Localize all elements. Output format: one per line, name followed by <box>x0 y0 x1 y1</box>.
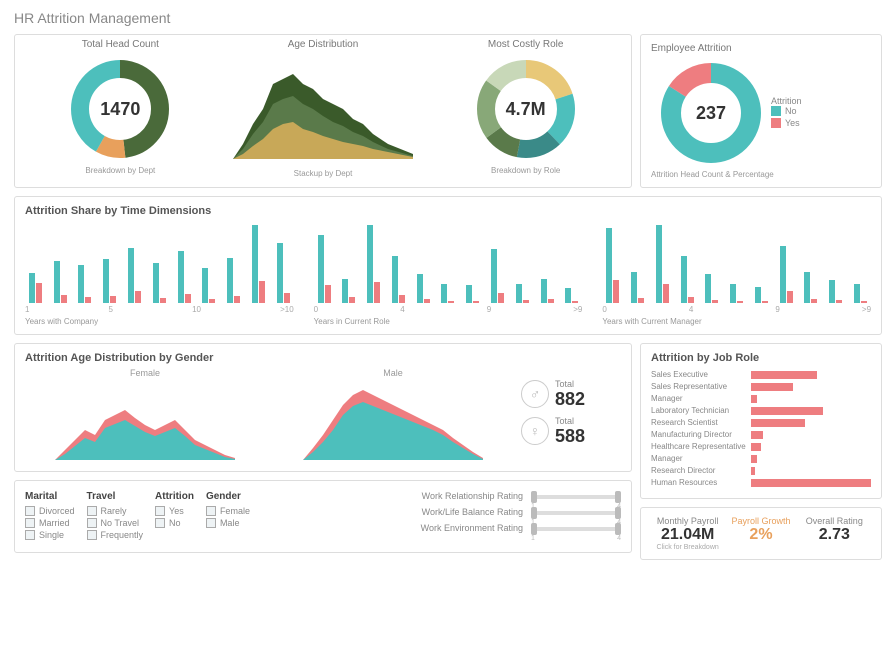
filter-option[interactable]: Female <box>206 506 250 516</box>
attrition-legend: Attrition No Yes <box>771 96 871 130</box>
time-dimensions-card: Attrition Share by Time Dimensions 1510>… <box>14 196 882 335</box>
male-total: ♂ Total882 <box>521 379 621 410</box>
attrition-sub: Attrition Head Count & Percentage <box>651 170 871 179</box>
costly-title: Most Costly Role <box>424 39 627 50</box>
jobrole-title: Attrition by Job Role <box>651 352 871 364</box>
headcount-sub: Breakdown by Dept <box>19 166 222 175</box>
filter-option[interactable]: Divorced <box>25 506 75 516</box>
female-icon: ♀ <box>521 417 549 445</box>
checkbox-icon[interactable] <box>87 518 97 528</box>
checkbox-icon[interactable] <box>25 518 35 528</box>
legend-item-no[interactable]: No <box>771 106 871 116</box>
filter-option[interactable]: No Travel <box>87 518 144 528</box>
checkbox-icon[interactable] <box>206 506 216 516</box>
checkbox-icon[interactable] <box>25 530 35 540</box>
attrition-card: Employee Attrition 237 Attrition No Yes <box>640 34 882 188</box>
top-metrics-card: Total Head Count 1470 Breakdown by Dept … <box>14 34 632 188</box>
filter-option[interactable]: No <box>155 518 194 528</box>
costly-sub: Breakdown by Role <box>424 166 627 175</box>
filter-option[interactable]: Yes <box>155 506 194 516</box>
jobrole-row[interactable]: Sales Representative <box>651 382 871 391</box>
female-chart[interactable]: Female <box>25 368 265 463</box>
page-title: HR Attrition Management <box>14 10 882 26</box>
jobrole-row[interactable]: Healthcare Representative <box>651 442 871 451</box>
ratings-sliders: Work Relationship Rating14 Work/Life Bala… <box>262 491 621 542</box>
male-icon: ♂ <box>521 380 549 408</box>
headcount-title: Total Head Count <box>19 39 222 50</box>
checkbox-icon[interactable] <box>25 506 35 516</box>
headcount-donut[interactable]: 1470 <box>65 54 175 164</box>
checkbox-icon[interactable] <box>87 530 97 540</box>
checkbox-icon[interactable] <box>155 518 165 528</box>
rating-slider-row: Work Environment Rating14 <box>262 523 621 533</box>
attrition-value: 237 <box>656 58 766 168</box>
rating-slider-row: Work Relationship Rating14 <box>262 491 621 501</box>
rating-slider-row: Work/Life Balance Rating14 <box>262 507 621 517</box>
gender-title: Attrition Age Distribution by Gender <box>25 352 621 364</box>
filter-option[interactable]: Male <box>206 518 250 528</box>
jobrole-row[interactable]: Manufacturing Director <box>651 430 871 439</box>
checkbox-icon[interactable] <box>87 506 97 516</box>
filter-option[interactable]: Rarely <box>87 506 144 516</box>
legend-item-yes[interactable]: Yes <box>771 118 871 128</box>
filter-marital: Marital DivorcedMarriedSingle <box>25 491 75 542</box>
agedist-title: Age Distribution <box>222 39 425 50</box>
filter-attrition: Attrition YesNo <box>155 491 194 542</box>
filter-option[interactable]: Single <box>25 530 75 540</box>
overall-rating: Overall Rating 2.73 <box>798 516 871 551</box>
time-chart[interactable]: 049>9Years in Current Role <box>314 223 583 326</box>
gender-card: Attrition Age Distribution by Gender Fem… <box>14 343 632 472</box>
payroll-growth: Payroll Growth 2% <box>724 516 797 551</box>
attrition-title: Employee Attrition <box>651 43 871 54</box>
jobrole-card: Attrition by Job Role Sales Executive Sal… <box>640 343 882 499</box>
slider[interactable]: 14 <box>531 523 621 533</box>
jobrole-row[interactable]: Research Director <box>651 466 871 475</box>
costly-metric: Most Costly Role 4.7M Breakdown by Role <box>424 39 627 183</box>
jobrole-row[interactable]: Research Scientist <box>651 418 871 427</box>
time-chart[interactable]: 049>9Years with Current Manager <box>602 223 871 326</box>
female-total: ♀ Total588 <box>521 416 621 447</box>
legend-title: Attrition <box>771 96 871 106</box>
filter-option[interactable]: Frequently <box>87 530 144 540</box>
filter-option[interactable]: Married <box>25 518 75 528</box>
bottom-metrics-card: Monthly Payroll 21.04M Click for Breakdo… <box>640 507 882 560</box>
jobrole-row[interactable]: Sales Executive <box>651 370 871 379</box>
agedist-metric: Age Distribution Stackup by Dept <box>222 39 425 183</box>
filter-travel: Travel RarelyNo TravelFrequently <box>87 491 144 542</box>
slider[interactable]: 14 <box>531 507 621 517</box>
headcount-value: 1470 <box>65 54 175 164</box>
male-chart[interactable]: Male <box>273 368 513 463</box>
monthly-payroll[interactable]: Monthly Payroll 21.04M Click for Breakdo… <box>651 516 724 551</box>
gender-totals: ♂ Total882 ♀ Total588 <box>521 379 621 453</box>
filter-gender: Gender FemaleMale <box>206 491 250 542</box>
jobrole-row[interactable]: Human Resources <box>651 478 871 487</box>
time-chart[interactable]: 1510>10Years with Company <box>25 223 294 326</box>
agedist-sub: Stackup by Dept <box>222 169 425 178</box>
agedist-chart[interactable] <box>228 54 418 164</box>
costly-value: 4.7M <box>471 54 581 164</box>
checkbox-icon[interactable] <box>206 518 216 528</box>
headcount-metric: Total Head Count 1470 Breakdown by Dept <box>19 39 222 183</box>
jobrole-row[interactable]: Laboratory Technician <box>651 406 871 415</box>
slider[interactable]: 14 <box>531 491 621 501</box>
attrition-donut[interactable]: 237 <box>656 58 766 168</box>
filters-card: Marital DivorcedMarriedSingle Travel Rar… <box>14 480 632 553</box>
jobrole-row[interactable]: Manager <box>651 394 871 403</box>
costly-donut[interactable]: 4.7M <box>471 54 581 164</box>
jobrole-row[interactable]: Manager <box>651 454 871 463</box>
time-dim-title: Attrition Share by Time Dimensions <box>25 205 871 217</box>
checkbox-icon[interactable] <box>155 506 165 516</box>
